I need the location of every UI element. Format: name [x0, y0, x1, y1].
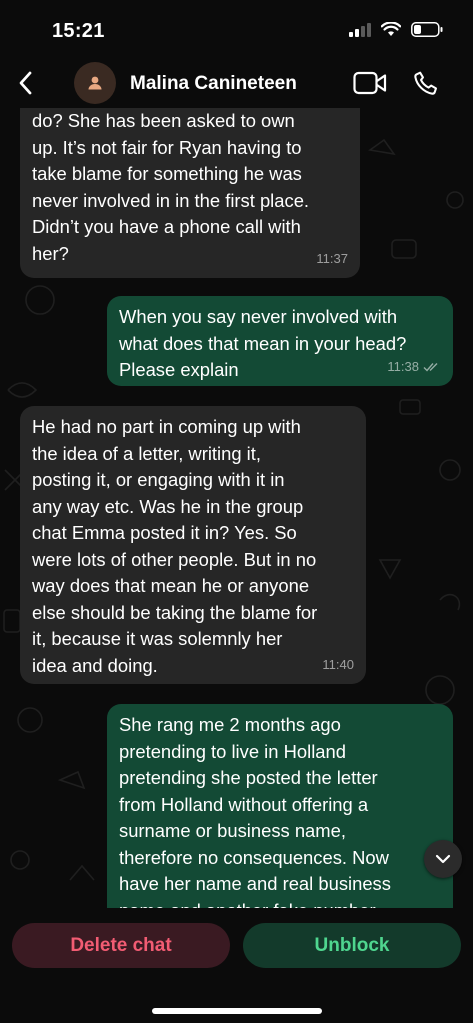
- message-bubble-incoming[interactable]: do? She has been asked to own up. It’s n…: [20, 108, 360, 278]
- scroll-to-bottom-button[interactable]: [424, 840, 462, 878]
- person-icon: [88, 76, 102, 90]
- video-call-button[interactable]: [352, 68, 388, 98]
- message-list[interactable]: do? She has been asked to own up. It’s n…: [0, 108, 473, 908]
- chevron-down-icon: [435, 854, 451, 864]
- blocked-contact-actions: Delete chat Unblock: [0, 908, 473, 1023]
- message-timestamp: 11:37: [316, 250, 348, 266]
- home-indicator[interactable]: [152, 1008, 322, 1014]
- message-text: He had no part in coming up with the ide…: [32, 416, 318, 676]
- wifi-icon: [381, 22, 401, 36]
- cellular-signal-icon: [349, 22, 371, 37]
- status-time: 15:21: [52, 20, 105, 42]
- phone-icon: [414, 71, 437, 95]
- contact-name[interactable]: Malina Canineteen: [130, 73, 297, 95]
- chevron-left-icon: [19, 71, 32, 95]
- delete-chat-button[interactable]: Delete chat: [12, 923, 230, 968]
- contact-avatar[interactable]: [74, 62, 116, 104]
- back-button[interactable]: [8, 66, 42, 100]
- message-bubble-outgoing[interactable]: She rang me 2 months ago pretending to l…: [107, 704, 453, 908]
- unblock-button[interactable]: Unblock: [243, 923, 461, 968]
- message-text: do? She has been asked to own up. It’s n…: [32, 110, 310, 264]
- video-camera-icon: [353, 71, 387, 95]
- message-timestamp: 11:40: [322, 656, 354, 672]
- battery-icon: [411, 22, 443, 37]
- message-timestamp: 11:38: [387, 354, 441, 381]
- message-bubble-outgoing[interactable]: When you say never involved with what do…: [107, 296, 453, 386]
- read-double-check-icon: [423, 362, 438, 372]
- chat-header: Malina Canineteen: [0, 60, 473, 108]
- status-bar: 15:21: [0, 0, 473, 60]
- message-bubble-incoming[interactable]: He had no part in coming up with the ide…: [20, 406, 366, 684]
- voice-call-button[interactable]: [410, 67, 442, 99]
- message-text: She rang me 2 months ago pretending to l…: [119, 714, 391, 908]
- status-icons: [349, 22, 443, 37]
